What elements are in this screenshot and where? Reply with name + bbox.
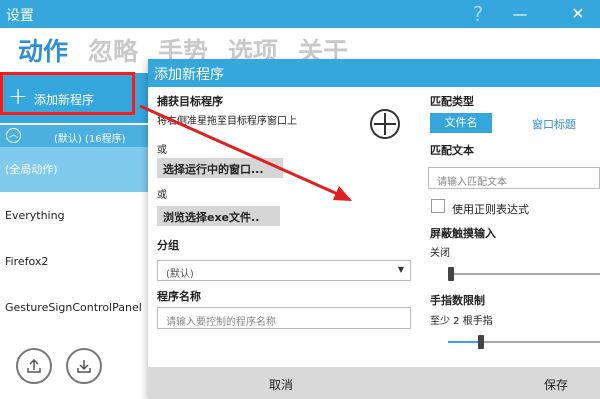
finger-limit-slider-fill	[448, 341, 479, 343]
cancel-button[interactable]: 取消	[269, 376, 293, 393]
close-button[interactable]: ✕	[566, 2, 590, 26]
tab-actions[interactable]: 动作	[18, 32, 68, 68]
add-program-label: 添加新程序	[34, 93, 95, 107]
block-touch-slider[interactable]	[448, 273, 600, 275]
collapse-icon[interactable]: ︿	[6, 128, 21, 143]
block-touch-value: 关闭	[430, 248, 450, 259]
upload-icon	[27, 358, 41, 373]
help-icon[interactable]: ?	[466, 2, 490, 26]
or-label-2: 或	[157, 190, 167, 201]
or-label-1: 或	[157, 145, 167, 156]
finger-limit-label: 手指数限制	[430, 294, 485, 307]
group-select-value: (默认)	[166, 269, 194, 280]
save-button[interactable]: 保存	[544, 376, 568, 393]
match-text-input[interactable]: 请输入匹配文本	[428, 167, 600, 189]
list-item-everything[interactable]: Everything	[0, 193, 148, 238]
minimize-button[interactable]: —	[508, 2, 532, 26]
finger-limit-value: 至少 2 根手指	[430, 316, 493, 327]
match-type-filename[interactable]: 文件名	[430, 113, 492, 133]
regex-label: 使用正则表达式	[452, 203, 529, 216]
export-button[interactable]	[66, 348, 102, 384]
match-type-label: 匹配类型	[430, 95, 474, 108]
dropdown-arrow-icon: ▼	[397, 265, 404, 274]
crosshair-icon[interactable]	[370, 109, 400, 139]
capture-title: 捕获目标程序	[157, 95, 223, 108]
group-label: (默认) (16程序)	[54, 134, 126, 145]
list-item-firefox[interactable]: Firefox2	[0, 239, 148, 284]
block-touch-label: 屏蔽触摸输入	[430, 227, 496, 240]
program-name-label: 程序名称	[157, 290, 201, 303]
import-button[interactable]	[16, 348, 52, 384]
match-type-window-title[interactable]: 窗口标题	[532, 116, 576, 132]
tab-ignore[interactable]: 忽略	[88, 32, 138, 68]
sidebar: + 添加新程序 ︿ (默认) (16程序) (全局动作) Everything …	[0, 68, 148, 399]
add-program-button[interactable]: + 添加新程序	[0, 73, 148, 123]
plus-icon: +	[8, 82, 29, 110]
finger-limit-slider-thumb[interactable]	[478, 335, 485, 349]
title-bar: 设置 ? — ✕	[0, 0, 600, 28]
regex-checkbox[interactable]	[431, 199, 445, 213]
download-icon	[77, 360, 91, 373]
window-title: 设置	[6, 8, 34, 24]
browse-exe-button[interactable]: 浏览选择exe文件..	[157, 206, 280, 226]
group-header[interactable]: ︿ (默认) (16程序)	[0, 125, 148, 147]
dialog-title: 添加新程序	[148, 59, 600, 87]
add-program-dialog: 添加新程序 捕获目标程序 将右侧准星拖至目标程序窗口上 或 选择运行中的窗口..…	[148, 59, 600, 399]
capture-hint: 将右侧准星拖至目标程序窗口上	[157, 116, 297, 127]
list-item-gesturesign[interactable]: GestureSignControlPanel	[0, 285, 148, 330]
block-touch-slider-thumb[interactable]	[448, 267, 454, 281]
dialog-footer: 取消 保存	[148, 367, 600, 399]
group-select[interactable]: (默认) ▼	[157, 260, 411, 281]
list-item-global[interactable]: (全局动作)	[0, 147, 148, 192]
match-text-label: 匹配文本	[430, 144, 474, 157]
program-name-input[interactable]: 请输入要控制的程序名称	[157, 307, 411, 329]
group-label: 分组	[157, 239, 179, 252]
select-running-window-button[interactable]: 选择运行中的窗口...	[157, 158, 283, 178]
